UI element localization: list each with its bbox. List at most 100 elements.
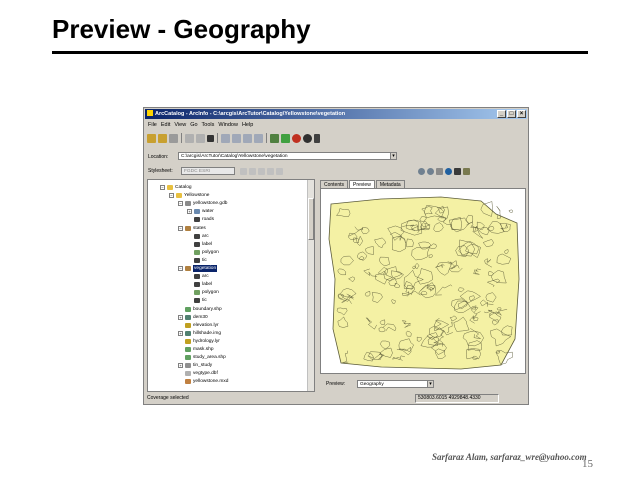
- stop-icon[interactable]: [303, 133, 312, 143]
- raster-icon: [185, 330, 191, 336]
- create-thumbnail-icon[interactable]: [463, 167, 470, 175]
- tree-node[interactable]: label: [187, 281, 212, 288]
- expand-toggle-icon[interactable]: −: [169, 193, 174, 199]
- tree-node[interactable]: arc: [187, 273, 209, 280]
- menu-window[interactable]: Window: [218, 121, 238, 130]
- tree-node[interactable]: elevation.lyr: [178, 322, 219, 329]
- menu-tools[interactable]: Tools: [202, 121, 215, 130]
- expand-toggle-icon[interactable]: +: [178, 330, 183, 336]
- toolbar-separator: [181, 133, 182, 143]
- tree-node[interactable]: + hillshade.img: [178, 330, 221, 337]
- tree-node-label: tic: [202, 298, 207, 304]
- menu-file[interactable]: File: [148, 121, 157, 130]
- menu-go[interactable]: Go: [190, 121, 197, 130]
- expand-toggle-icon[interactable]: −: [178, 201, 183, 207]
- tree-node-label: yellowstone.gdb: [193, 201, 228, 207]
- catalog-tree[interactable]: − Catalog − Yellowstone − yellowstone.gdb + wat…: [147, 179, 315, 392]
- preview-label: Preview:: [326, 381, 346, 387]
- tree-node[interactable]: − yellowstone.gdb: [178, 200, 227, 207]
- identify-icon[interactable]: [454, 167, 461, 175]
- tree-node[interactable]: − Yellowstone: [169, 192, 209, 199]
- shapefile-icon: [185, 347, 191, 352]
- tree-node-label: arc: [202, 274, 209, 280]
- full-extent-icon[interactable]: [445, 167, 452, 175]
- folder-icon: [167, 185, 173, 190]
- tree-node[interactable]: tic: [187, 257, 207, 264]
- search-icon[interactable]: [292, 133, 301, 143]
- window-title: ArcCatalog - ArcInfo - C:\arcgis\ArcTuto…: [155, 111, 346, 117]
- list-icon[interactable]: [232, 133, 241, 143]
- location-dropdown-icon[interactable]: ▾: [390, 152, 397, 160]
- maximize-button[interactable]: □: [507, 110, 516, 118]
- tree-node[interactable]: arc: [187, 233, 209, 240]
- preview-type-select[interactable]: Geography: [357, 380, 433, 388]
- tree-node[interactable]: + dem30: [178, 314, 208, 321]
- copy-icon[interactable]: [185, 133, 194, 143]
- menu-edit[interactable]: Edit: [161, 121, 170, 130]
- up-one-level-icon[interactable]: [147, 133, 156, 143]
- tree-node-label: Yellowstone: [184, 193, 210, 199]
- expand-toggle-icon[interactable]: −: [178, 225, 183, 231]
- arctoolbox-icon[interactable]: [281, 133, 290, 143]
- close-button[interactable]: ×: [517, 110, 526, 118]
- disconnect-folder-icon[interactable]: [169, 133, 178, 143]
- expand-toggle-icon[interactable]: +: [178, 314, 183, 320]
- thumbnails-icon[interactable]: [254, 133, 263, 143]
- expand-toggle-icon[interactable]: +: [178, 363, 183, 369]
- tree-node-label: boundary.shp: [193, 306, 222, 312]
- tree-node[interactable]: study_area.shp: [178, 354, 226, 361]
- large-icons-icon[interactable]: [221, 133, 230, 143]
- tree-scrollbar[interactable]: [307, 180, 314, 391]
- folder-icon: [176, 193, 182, 199]
- tree-node[interactable]: polygon: [187, 249, 219, 256]
- tree-node-label: mask.shp: [193, 347, 214, 352]
- tree-node[interactable]: label: [187, 241, 212, 248]
- paste-icon[interactable]: [196, 133, 205, 143]
- tree-node[interactable]: polygon: [187, 289, 219, 296]
- tree-node[interactable]: + tin_study: [178, 362, 212, 369]
- tree-node-label: tic: [202, 257, 207, 263]
- menu-view[interactable]: View: [174, 121, 186, 130]
- toolbar-separator: [266, 133, 267, 143]
- whats-this-icon[interactable]: [314, 133, 320, 143]
- tree-node[interactable]: vegtype.dbf: [178, 370, 218, 377]
- zoom-out-icon[interactable]: [427, 167, 434, 175]
- tree-node[interactable]: + water: [187, 208, 214, 215]
- import-metadata-icon[interactable]: [267, 167, 274, 175]
- stylesheet-select[interactable]: FGDC ESRI: [181, 167, 235, 175]
- preview-dropdown-icon[interactable]: ▾: [427, 380, 434, 388]
- menu-bar: File Edit View Go Tools Window Help: [148, 121, 253, 130]
- edit-metadata-icon[interactable]: [240, 167, 247, 175]
- window-titlebar[interactable]: ArcCatalog - ArcInfo - C:\arcgis\ArcTuto…: [145, 109, 527, 119]
- tree-node[interactable]: roads: [187, 216, 214, 223]
- expand-toggle-icon[interactable]: +: [187, 209, 192, 215]
- tree-node[interactable]: tic: [187, 297, 207, 304]
- tree-node[interactable]: hydrology.lyr: [178, 338, 220, 345]
- zoom-in-icon[interactable]: [418, 167, 425, 175]
- details-icon[interactable]: [243, 133, 252, 143]
- metadata-properties-icon[interactable]: [249, 167, 256, 175]
- status-text: Coverage selected: [147, 395, 189, 401]
- tree-node[interactable]: − states: [178, 225, 206, 232]
- create-metadata-icon[interactable]: [258, 167, 265, 175]
- menu-help[interactable]: Help: [242, 121, 253, 130]
- delete-icon[interactable]: [207, 134, 214, 142]
- tree-scroll-thumb[interactable]: [308, 198, 314, 240]
- export-metadata-icon[interactable]: [276, 167, 283, 175]
- tree-node[interactable]: − vegetation: [178, 265, 218, 272]
- tree-node[interactable]: − Catalog: [160, 184, 192, 191]
- tree-node[interactable]: mask.shp: [178, 346, 214, 353]
- map-icon: [185, 379, 191, 385]
- connect-folder-icon[interactable]: [158, 133, 167, 143]
- line-icon: [194, 274, 200, 280]
- launch-arcmap-icon[interactable]: [270, 133, 279, 143]
- expand-toggle-icon[interactable]: −: [178, 266, 183, 271]
- expand-toggle-icon[interactable]: −: [160, 185, 165, 190]
- minimize-button[interactable]: _: [497, 110, 506, 118]
- pan-icon[interactable]: [436, 167, 443, 175]
- geography-preview[interactable]: [320, 188, 526, 374]
- location-input[interactable]: C:\arcgis\ArcTutor\Catalog\Yellowstone\v…: [178, 152, 396, 160]
- vegetation-extent: [328, 196, 520, 370]
- tree-node[interactable]: yellowstone.mxd: [178, 378, 228, 385]
- tree-node[interactable]: boundary.shp: [178, 306, 222, 313]
